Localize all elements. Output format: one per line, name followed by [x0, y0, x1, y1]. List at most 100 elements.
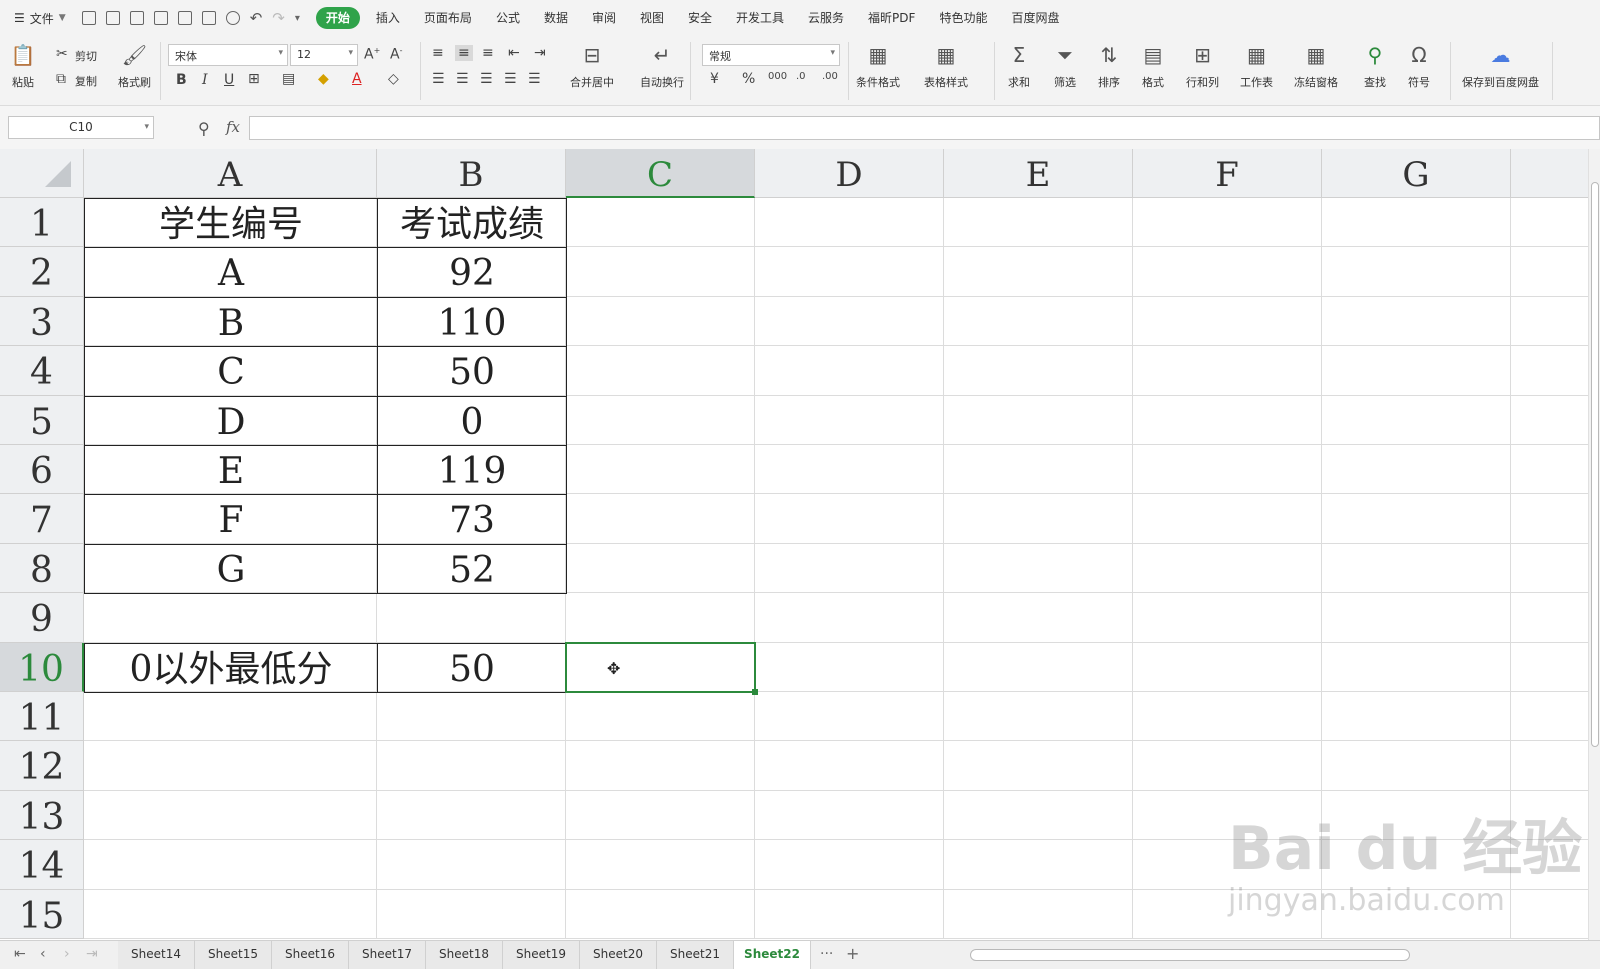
cell[interactable] [1322, 543, 1511, 594]
align-top-icon[interactable]: ≡ [432, 45, 444, 61]
student-id-cell[interactable]: E [84, 445, 378, 496]
undo-icon[interactable]: ↶ [250, 9, 263, 27]
sheet-tab-sheet19[interactable]: Sheet19 [503, 941, 580, 969]
sheet-tab-sheet16[interactable]: Sheet16 [272, 941, 349, 969]
increase-decimal-icon[interactable]: .0 [796, 71, 806, 82]
tab-insert[interactable]: 插入 [364, 7, 412, 29]
cell[interactable] [566, 296, 755, 347]
cut-label[interactable]: 剪切 [75, 48, 97, 64]
thousands-separator-icon[interactable]: 000 [768, 71, 787, 82]
customize-toolbar-icon[interactable]: ▾ [295, 13, 300, 24]
decrease-indent-icon[interactable]: ⇤ [508, 45, 520, 61]
cell[interactable] [84, 741, 377, 791]
cell[interactable] [377, 889, 566, 939]
cell[interactable] [1511, 593, 1588, 643]
more-sheets-icon[interactable]: ··· [820, 946, 833, 962]
zoom-formula-icon[interactable]: ⚲ [198, 119, 210, 138]
cell[interactable] [1133, 741, 1322, 791]
header-cell-student-id[interactable]: 学生编号 [84, 198, 378, 249]
align-middle-icon[interactable]: ≡ [455, 45, 473, 61]
cell[interactable] [1322, 593, 1511, 643]
horizontal-scrollbar[interactable] [950, 949, 1570, 961]
print-icon[interactable] [177, 11, 192, 25]
cell[interactable] [566, 494, 755, 544]
column-header-g[interactable]: G [1322, 149, 1511, 198]
cell[interactable] [566, 889, 755, 939]
last-sheet-icon[interactable]: ⇥ [86, 946, 98, 962]
distributed-icon[interactable]: ☰ [528, 71, 541, 87]
cell[interactable] [1322, 346, 1511, 396]
cell[interactable] [1511, 198, 1588, 248]
cell[interactable] [1511, 741, 1588, 791]
column-header-b[interactable]: B [377, 149, 566, 198]
new-file-icon[interactable] [81, 11, 96, 25]
cell[interactable] [566, 790, 755, 841]
zoom-preview-icon[interactable] [225, 11, 240, 25]
cell[interactable] [1322, 840, 1511, 890]
cell[interactable] [84, 889, 377, 939]
sheet-tab-sheet20[interactable]: Sheet20 [580, 941, 657, 969]
underline-icon[interactable]: U [224, 72, 234, 88]
symbol-button[interactable]: Ω 符号 [1406, 42, 1432, 90]
cell[interactable] [755, 198, 944, 248]
worksheet-button[interactable]: ▦ 工作表 [1240, 42, 1273, 90]
cell[interactable] [1322, 445, 1511, 495]
tab-review[interactable]: 审阅 [580, 7, 628, 29]
italic-icon[interactable]: I [202, 72, 208, 88]
row-header-12[interactable]: 12 [0, 741, 84, 791]
cell[interactable] [755, 543, 944, 594]
border-icon[interactable]: ⊞ [248, 71, 260, 87]
tab-formulas[interactable]: 公式 [484, 7, 532, 29]
score-cell[interactable]: 0 [377, 395, 567, 446]
cell[interactable] [1322, 247, 1511, 297]
row-header-11[interactable]: 11 [0, 692, 84, 742]
copy-label[interactable]: 复制 [75, 73, 97, 89]
redo-icon[interactable]: ↷ [272, 9, 285, 27]
format-button[interactable]: ▤ 格式 [1140, 42, 1166, 90]
cell[interactable] [377, 593, 566, 643]
student-id-cell[interactable]: C [84, 346, 378, 397]
cell[interactable] [755, 445, 944, 495]
cell[interactable] [1322, 642, 1511, 692]
cell[interactable] [755, 395, 944, 445]
cell[interactable] [1133, 642, 1322, 692]
cell[interactable] [1511, 297, 1588, 347]
bold-icon[interactable]: B [176, 72, 187, 88]
column-header-d[interactable]: D [755, 149, 944, 198]
header-cell-score[interactable]: 考试成绩 [377, 198, 567, 249]
row-header-13[interactable]: 13 [0, 790, 84, 841]
save-baidu-button[interactable]: ☁ 保存到百度网盘 [1462, 42, 1539, 90]
cell[interactable] [1133, 889, 1322, 939]
fill-color-icon[interactable]: ◆ [318, 71, 329, 87]
cell[interactable] [84, 593, 377, 643]
cell[interactable] [944, 593, 1133, 643]
cell[interactable] [944, 296, 1133, 347]
column-header-e[interactable]: E [944, 149, 1133, 198]
align-left-icon[interactable]: ☰ [432, 71, 445, 87]
cell[interactable] [1511, 692, 1588, 742]
tab-home[interactable]: 开始 [315, 7, 360, 29]
tab-cloud[interactable]: 云服务 [796, 7, 856, 29]
increase-font-icon[interactable]: A+ [364, 46, 380, 63]
cell[interactable] [755, 642, 944, 692]
sum-button[interactable]: Σ 求和 [1006, 42, 1032, 90]
cell[interactable] [1322, 198, 1511, 248]
freeze-panes-button[interactable]: ▦ 冻结窗格 [1294, 42, 1338, 90]
cell[interactable] [1133, 593, 1322, 643]
cell[interactable] [377, 692, 566, 742]
cell[interactable] [944, 494, 1133, 544]
row-header-15[interactable]: 15 [0, 889, 84, 939]
tab-features[interactable]: 特色功能 [927, 7, 999, 29]
export-pdf-icon[interactable] [153, 11, 168, 25]
cell[interactable] [1322, 692, 1511, 742]
row-header-7[interactable]: 7 [0, 494, 84, 544]
cell[interactable] [1133, 494, 1322, 544]
cell[interactable] [566, 346, 755, 396]
cell[interactable] [566, 692, 755, 742]
cell[interactable] [755, 593, 944, 643]
cell[interactable] [566, 593, 755, 643]
cell[interactable] [1133, 247, 1322, 297]
next-sheet-icon[interactable]: › [64, 946, 70, 962]
tab-developer[interactable]: 开发工具 [724, 7, 796, 29]
sort-button[interactable]: ⇅ 排序 [1096, 42, 1122, 90]
